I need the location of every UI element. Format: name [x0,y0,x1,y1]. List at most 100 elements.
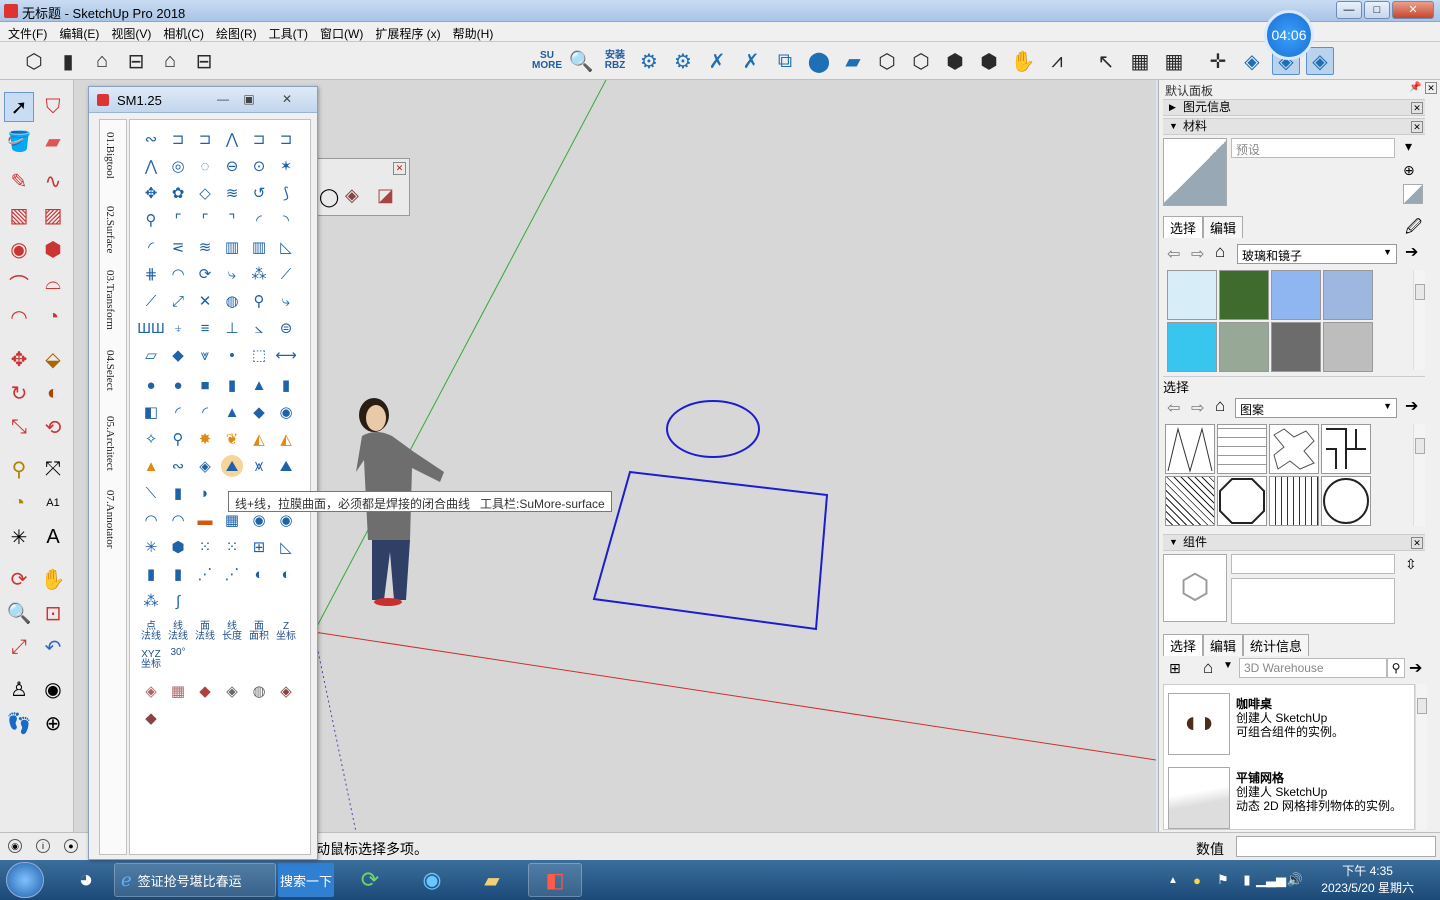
tool-icon[interactable]: ▥ [248,236,270,258]
measurements-input[interactable] [1236,836,1436,857]
tool-icon[interactable]: ▲ [140,455,162,477]
tool-icon[interactable]: ≋ [194,236,216,258]
tool-icon[interactable]: ⋰ [194,563,216,585]
tool-icon[interactable]: ≋ [221,182,243,204]
cubes-icon[interactable]: ⬢ [941,47,969,75]
scrollbar-thumb[interactable] [1415,438,1425,454]
3d-text-icon[interactable]: A [38,522,68,552]
circle-icon[interactable]: ◉ [4,234,34,264]
paint-bucket-icon[interactable]: 🪣 [4,126,34,156]
style-icon[interactable]: ◈ [1238,47,1266,75]
tool-icon[interactable]: ◈ [275,680,297,702]
xyz-coord-label[interactable]: XYZ 坐标 [137,650,165,670]
warehouse-search-input[interactable]: 3D Warehouse [1239,658,1387,678]
tool-icon[interactable]: ⟋ [275,263,297,285]
search-icon[interactable]: ⚲ [1387,658,1405,678]
details-arrow-icon[interactable]: ➔ [1409,658,1422,678]
coffee-table-thumbnail[interactable]: ◖◗ [1168,693,1230,755]
offset-icon[interactable]: ⟲ [38,412,68,442]
arc-icon[interactable]: ⌒ [4,268,34,298]
menu-draw[interactable]: 绘图(R) [212,22,261,41]
pattern-swatch[interactable] [1217,424,1267,474]
toggle-icon[interactable]: ⬤ [805,47,833,75]
menu-camera[interactable]: 相机(C) [159,22,208,41]
material-name-field[interactable]: 预设 [1231,138,1395,158]
tool-icon[interactable]: ▮ [140,563,162,585]
tile-grid-thumbnail[interactable] [1168,767,1230,829]
tool-icon[interactable]: ▦ [167,680,189,702]
gear-icon[interactable]: ⚙ [635,47,663,75]
tool-icon[interactable]: ▱ [140,344,162,366]
tab-architect[interactable]: 05.Architect [104,416,116,471]
tool-icon[interactable]: ▦ [221,509,243,531]
material-swatch[interactable] [1271,270,1321,320]
tool-icon[interactable]: ⊐ [194,128,216,150]
tool-icon[interactable]: ◧ [140,401,162,423]
entity-info-header[interactable]: ▶ 图元信息 ✕ [1163,99,1425,116]
tool-icon[interactable]: ◜ [167,401,189,423]
tool-icon[interactable]: ✸ [194,428,216,450]
tool-icon[interactable]: ⊥ [221,317,243,339]
materials-tab-edit[interactable]: 编辑 [1203,216,1244,238]
tool-icon[interactable]: ◍ [248,680,270,702]
tool-icon[interactable]: ⤷ [221,263,243,285]
front-view-icon[interactable]: ⌂ [88,47,116,75]
warehouse-icon[interactable]: ▦ [1126,47,1154,75]
tray-expand-icon[interactable]: ▲ [1166,863,1180,897]
tool-icon[interactable]: ▮ [221,374,243,396]
pan-hand-icon[interactable]: ✋ [38,564,68,594]
tool-icon[interactable]: ❦ [221,428,243,450]
pattern-swatch[interactable] [1269,476,1319,526]
rotate-icon[interactable]: ↻ [4,378,34,408]
forward-arrow-icon[interactable]: ⇨ [1191,398,1204,418]
pencil-icon[interactable]: ✎ [4,166,34,196]
materials-scrollbar[interactable] [1413,270,1425,370]
tool-icon[interactable]: ∾ [140,128,162,150]
tool-icon[interactable]: ◆ [167,344,189,366]
position-camera-icon[interactable]: ♙ [4,674,34,704]
skin-surface-tool-icon[interactable]: ⛰ [221,455,243,477]
tool-icon[interactable]: ◌ [194,155,216,177]
components-header[interactable]: ▼ 组件 ✕ [1163,534,1425,551]
tool-icon[interactable]: ◐ [275,563,297,585]
zoom-extents-icon[interactable]: ⤢ [4,632,34,662]
line-normal-label[interactable]: 线 法线 [164,622,192,642]
tool-icon[interactable]: ⊖ [221,155,243,177]
eraser-icon[interactable]: ▰ [38,126,68,156]
info-icon[interactable]: i [36,839,50,853]
tool-icon[interactable]: ▬ [194,509,216,531]
face-area-label[interactable]: 面 面积 [245,622,273,642]
pattern-swatch[interactable] [1165,424,1215,474]
browser-icon[interactable]: ◉ [410,863,454,897]
z-coord-label[interactable]: Z 坐标 [272,622,300,642]
tool-icon[interactable]: ◉ [248,509,270,531]
shadow-mode-icon[interactable]: ◈ [1306,47,1334,75]
menu-file[interactable]: 文件(F) [4,22,51,41]
tool-icon[interactable]: ✕ [194,290,216,312]
materials-header[interactable]: ▼ 材料 ✕ [1163,118,1425,135]
three-point-arc-icon[interactable]: ◠ [4,302,34,332]
tool-icon[interactable]: ◭ [248,428,270,450]
hand-icon[interactable]: ✋ [1009,47,1037,75]
right-view-icon[interactable]: ⊟ [122,47,150,75]
details-arrow-icon[interactable]: ➔ [1405,242,1418,262]
tool-icon[interactable]: ▲ [248,374,270,396]
left-view-icon[interactable]: ⊟ [190,47,218,75]
pointer-icon[interactable]: ↖ [1092,47,1120,75]
tab-surface[interactable]: 02.Surface [104,206,116,253]
tray-device-icon[interactable]: ▮ [1238,863,1256,897]
tool-icon[interactable]: ⋜ [167,236,189,258]
folder-icon[interactable]: ▰ [839,47,867,75]
tool-icon[interactable]: ⟷ [275,344,297,366]
home-icon[interactable]: ⌂ [1203,658,1213,678]
tool-icon[interactable]: ◐ [248,563,270,585]
volume-icon[interactable]: 🔊 [1286,863,1304,897]
tool-icon[interactable]: ⤢ [167,290,189,312]
tab-select[interactable]: 04.Select [104,350,116,391]
close-button[interactable]: ✕ [1392,1,1434,19]
tool-icon[interactable]: ✧ [140,428,162,450]
tool-icon[interactable]: ⤷ [275,290,297,312]
user-icon[interactable]: ● [64,839,78,853]
tool-icon[interactable]: ◆ [248,401,270,423]
tool-icon[interactable]: ▮ [275,374,297,396]
